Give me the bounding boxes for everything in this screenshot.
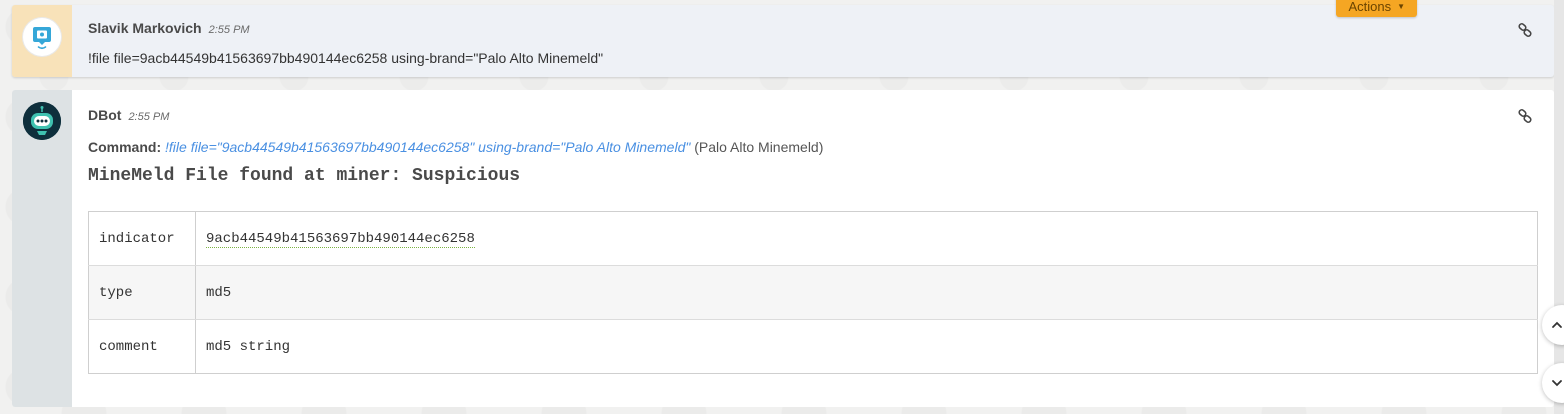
result-table: indicator 9acb44549b41563697bb490144ec62… xyxy=(88,211,1538,374)
actions-button[interactable]: Actions ▼ xyxy=(1336,0,1417,17)
user-message: Slavik Markovich 2:55 PM !file file=9acb… xyxy=(12,0,1554,77)
author-name: DBot xyxy=(88,107,122,123)
table-row: comment md5 string xyxy=(88,319,1538,374)
message-header: DBot 2:55 PM xyxy=(88,107,169,123)
robot-icon xyxy=(23,102,61,140)
scrollbar-track[interactable] xyxy=(1554,0,1564,414)
message-header: Slavik Markovich 2:55 PM xyxy=(88,20,250,36)
command-line: Command: !file file="9acb44549b41563697b… xyxy=(88,139,823,155)
caret-down-icon: ▼ xyxy=(1397,2,1405,11)
table-key: indicator xyxy=(88,211,196,266)
table-row: indicator 9acb44549b41563697bb490144ec62… xyxy=(88,211,1538,266)
message-text: !file file=9acb44549b41563697bb490144ec6… xyxy=(88,50,604,66)
bot-message: DBot 2:55 PM Command: !file file="9acb44… xyxy=(12,90,1554,407)
table-key: type xyxy=(88,265,196,320)
author-name: Slavik Markovich xyxy=(88,20,202,36)
table-value: md5 string xyxy=(206,338,291,355)
message-time: 2:55 PM xyxy=(128,111,170,123)
link-icon[interactable] xyxy=(1518,109,1532,123)
command-text[interactable]: !file file="9acb44549b41563697bb490144ec… xyxy=(165,139,690,155)
chevron-up-icon xyxy=(1552,321,1562,328)
command-brand: (Palo Alto Minemeld) xyxy=(694,139,824,155)
user-avatar xyxy=(23,18,61,56)
chat-bubble-user-icon xyxy=(33,27,51,50)
actions-label: Actions xyxy=(1348,0,1392,14)
bot-avatar xyxy=(23,102,61,140)
table-key: comment xyxy=(88,319,196,374)
table-value: md5 xyxy=(195,265,1538,320)
table-value: 9acb44549b41563697bb490144ec6258 xyxy=(195,211,1538,266)
table-row: type md5 xyxy=(88,265,1538,320)
indicator-link[interactable]: 9acb44549b41563697bb490144ec6258 xyxy=(206,230,475,248)
command-label: Command: xyxy=(88,139,162,155)
link-icon[interactable] xyxy=(1518,23,1532,37)
chevron-down-icon xyxy=(1552,380,1562,387)
message-time: 2:55 PM xyxy=(208,24,250,36)
result-title: MineMeld File found at miner: Suspicious xyxy=(88,166,521,186)
